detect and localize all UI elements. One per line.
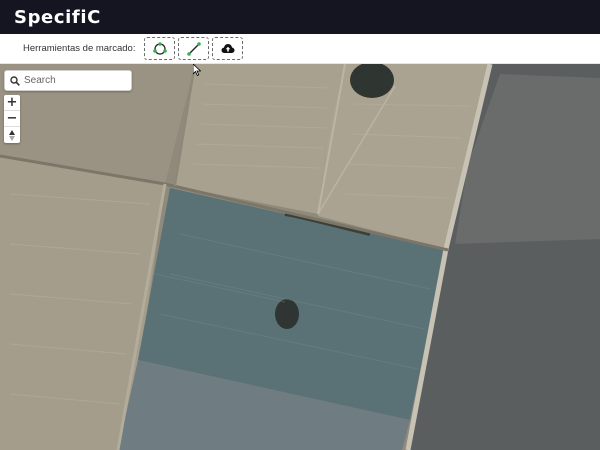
polygon-draw-icon <box>153 41 167 55</box>
map-search-box[interactable] <box>4 70 132 91</box>
mouse-cursor-icon <box>193 64 201 76</box>
search-icon <box>10 75 20 86</box>
zoom-out-button[interactable]: − <box>4 111 20 127</box>
marking-tools-label: Herramientas de marcado: <box>23 43 136 54</box>
marking-tools-bar: Herramientas de marcado: <box>0 34 600 64</box>
upload-button[interactable] <box>212 37 244 60</box>
zoom-in-button[interactable]: + <box>4 95 20 111</box>
line-draw-button[interactable] <box>178 37 210 60</box>
app-logo-title: SpecifiC <box>14 6 101 28</box>
compass-north-icon <box>9 129 15 141</box>
cloud-upload-icon <box>221 43 235 53</box>
satellite-imagery <box>0 64 600 450</box>
line-draw-icon <box>187 41 201 56</box>
reset-bearing-button[interactable] <box>4 127 20 143</box>
map-search-input[interactable] <box>24 75 124 86</box>
polygon-draw-button[interactable] <box>144 37 176 60</box>
satellite-map[interactable]: + − <box>0 64 600 450</box>
map-zoom-controls: + − <box>4 95 20 143</box>
top-navigation-bar: SpecifiC <box>0 0 600 34</box>
